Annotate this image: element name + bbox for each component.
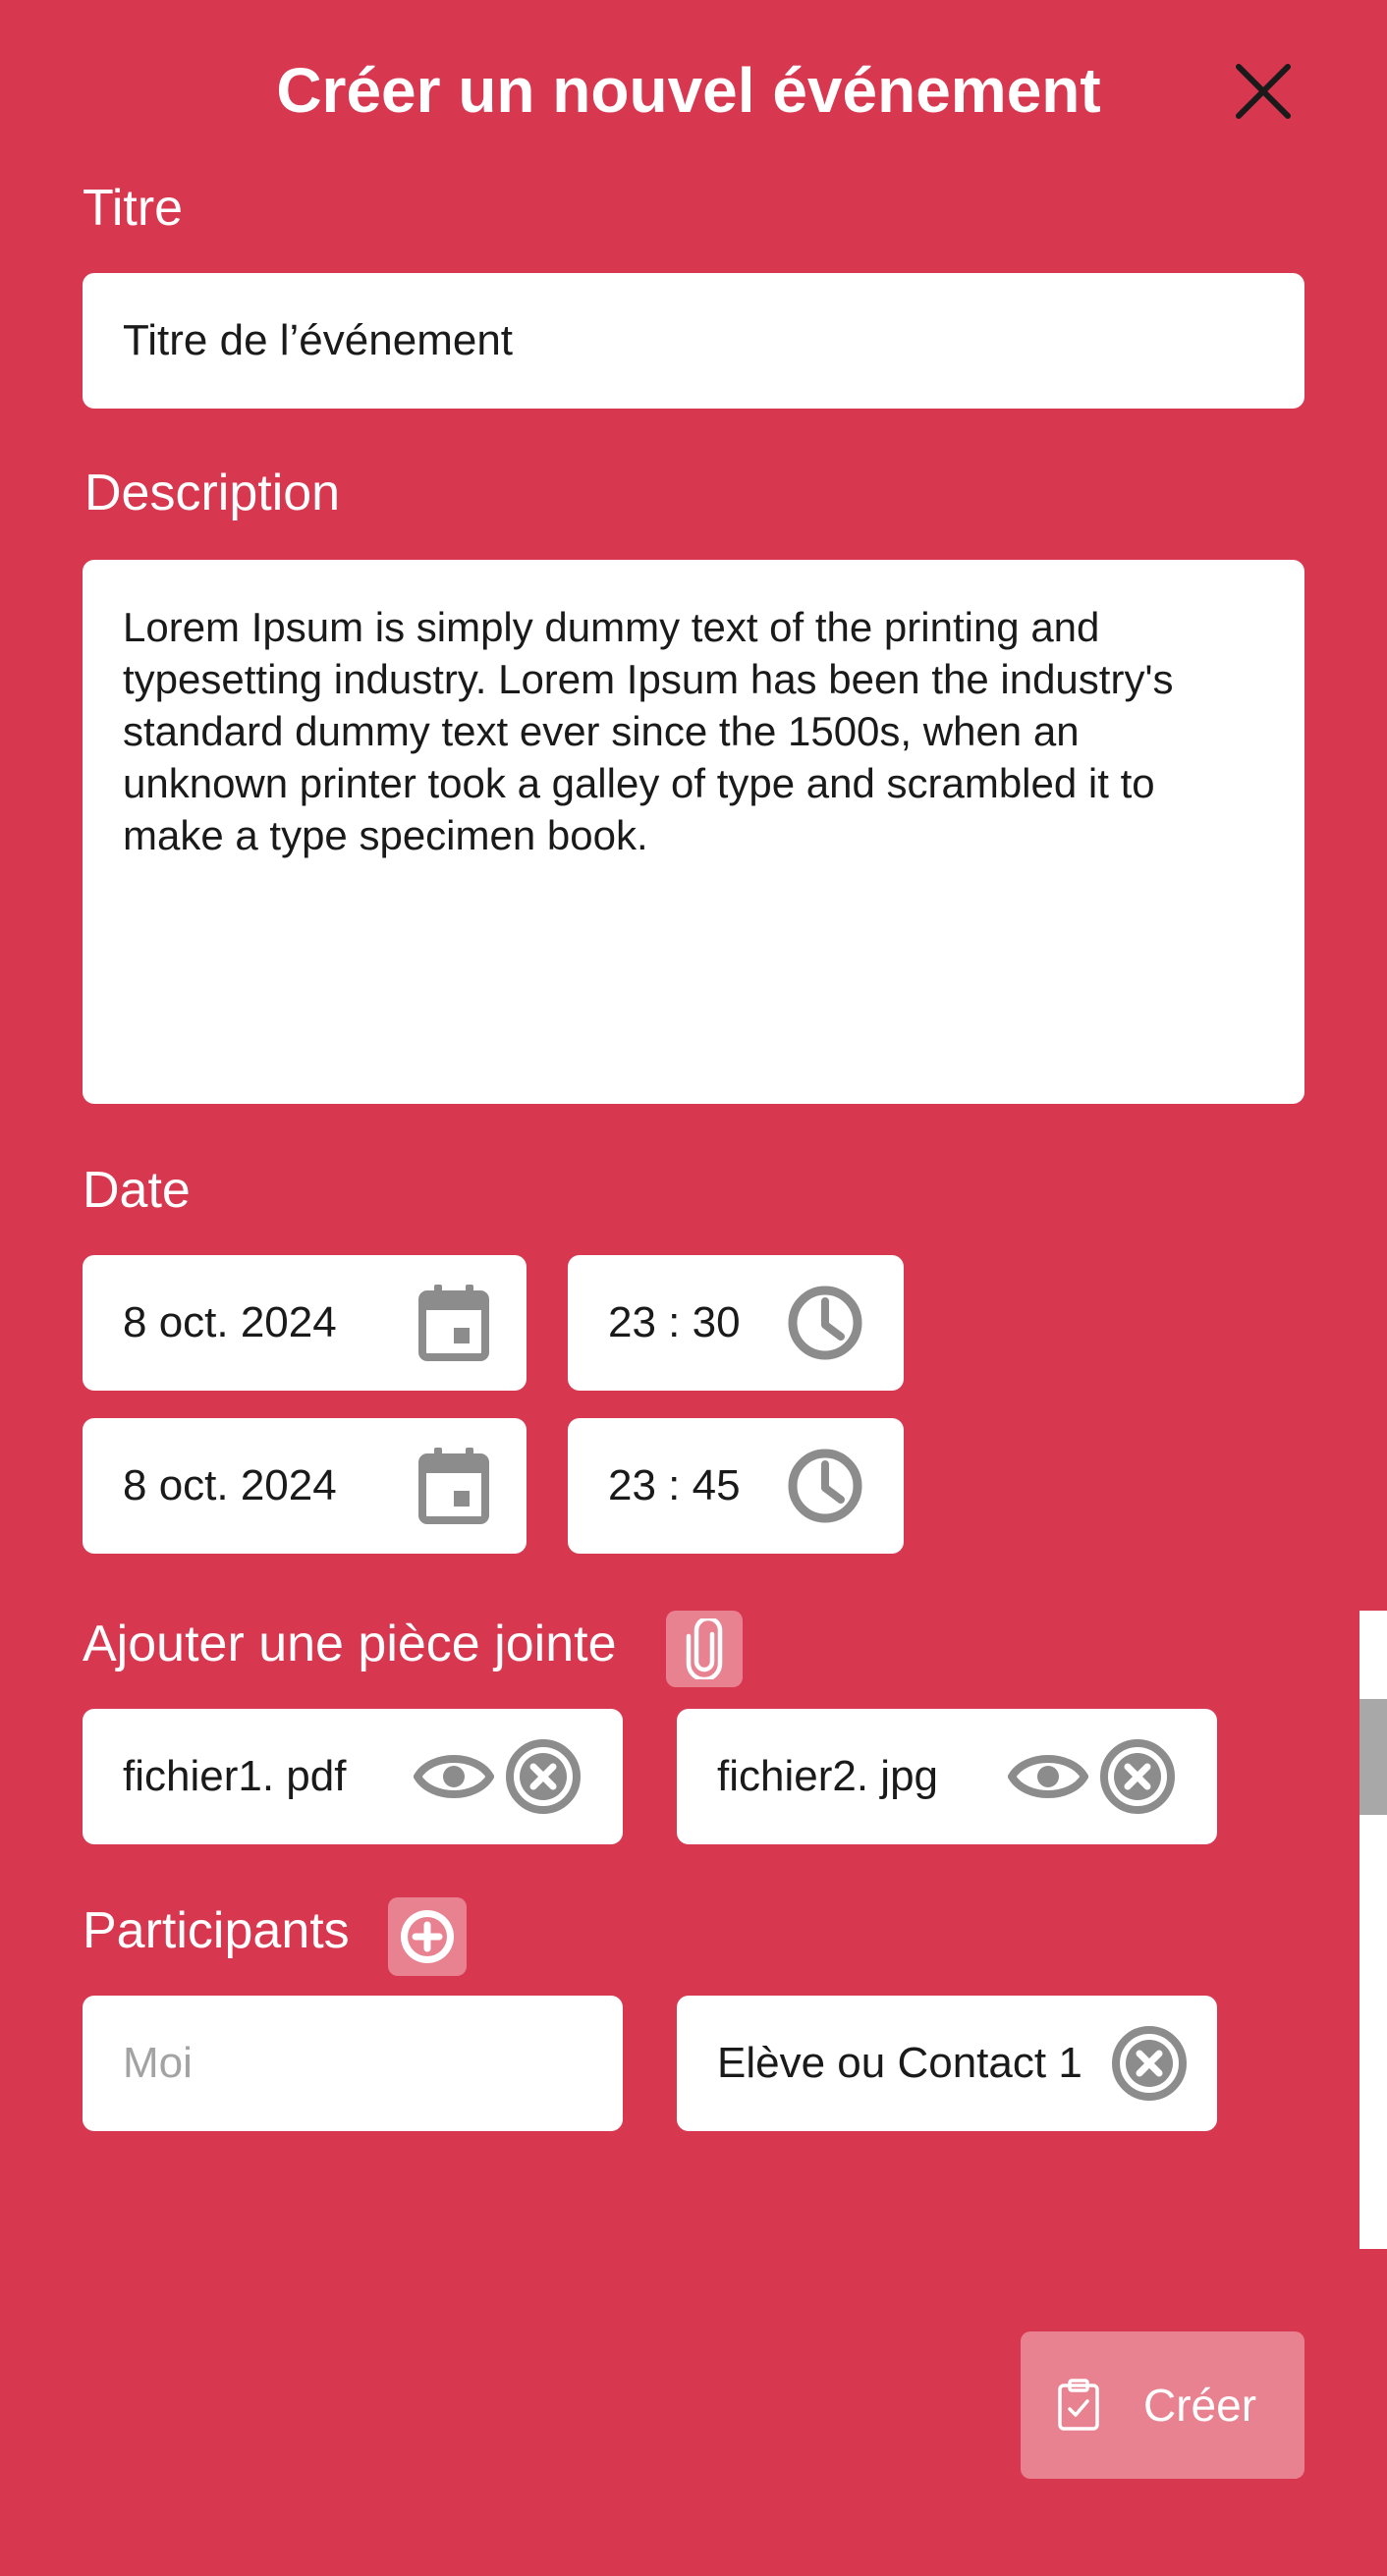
page-title: Créer un nouvel événement <box>276 55 1101 126</box>
title-input-value: Titre de l’événement <box>123 316 514 364</box>
attachment-item: fichier1. pdf <box>83 1709 623 1844</box>
attachment-filename: fichier1. pdf <box>123 1752 347 1800</box>
description-textarea[interactable]: Lorem Ipsum is simply dummy text of the … <box>83 560 1304 1104</box>
create-button[interactable]: Créer <box>1021 2331 1304 2479</box>
add-participant-button[interactable] <box>388 1897 467 1976</box>
create-button-label: Créer <box>1143 2380 1257 2431</box>
scrollbar-thumb[interactable] <box>1359 1699 1387 1815</box>
description-label: Description <box>84 465 341 521</box>
title-input[interactable]: Titre de l’événement <box>83 273 1304 409</box>
close-icon[interactable] <box>1231 59 1296 124</box>
participant-me-field[interactable]: Moi <box>83 1996 623 2131</box>
remove-icon[interactable] <box>1099 1738 1176 1815</box>
clock-icon[interactable] <box>786 1447 864 1525</box>
end-time-value: 23 : 45 <box>608 1461 741 1509</box>
calendar-icon[interactable] <box>415 1446 493 1526</box>
start-date-value: 8 oct. 2024 <box>123 1298 337 1346</box>
participant-name: Elève ou Contact 1 <box>717 2039 1082 2087</box>
description-value: Lorem Ipsum is simply dummy text of the … <box>123 604 1174 858</box>
create-event-panel: Créer un nouvel événement Titre Titre de… <box>0 0 1387 2576</box>
participant-me-placeholder: Moi <box>123 2039 193 2087</box>
start-time-value: 23 : 30 <box>608 1298 741 1346</box>
start-time-field[interactable]: 23 : 30 <box>568 1255 904 1391</box>
remove-icon[interactable] <box>1111 2025 1188 2102</box>
attachment-item: fichier2. jpg <box>677 1709 1217 1844</box>
add-icon <box>398 1907 457 1966</box>
participants-label: Participants <box>83 1902 350 1959</box>
attachment-label: Ajouter une pièce jointe <box>83 1616 617 1672</box>
attach-button[interactable] <box>666 1611 743 1687</box>
date-label: Date <box>83 1162 191 1219</box>
title-label: Titre <box>83 180 184 237</box>
eye-icon[interactable] <box>1008 1748 1088 1805</box>
end-time-field[interactable]: 23 : 45 <box>568 1418 904 1554</box>
start-date-field[interactable]: 8 oct. 2024 <box>83 1255 527 1391</box>
attachment-filename: fichier2. jpg <box>717 1752 939 1800</box>
clock-icon[interactable] <box>786 1284 864 1362</box>
end-date-field[interactable]: 8 oct. 2024 <box>83 1418 527 1554</box>
eye-icon[interactable] <box>414 1748 494 1805</box>
participant-chip: Elève ou Contact 1 <box>677 1996 1217 2131</box>
end-date-value: 8 oct. 2024 <box>123 1461 337 1509</box>
remove-icon[interactable] <box>505 1738 582 1815</box>
paperclip-icon <box>683 1618 726 1679</box>
clipboard-check-icon <box>1056 2378 1101 2433</box>
calendar-icon[interactable] <box>415 1283 493 1363</box>
